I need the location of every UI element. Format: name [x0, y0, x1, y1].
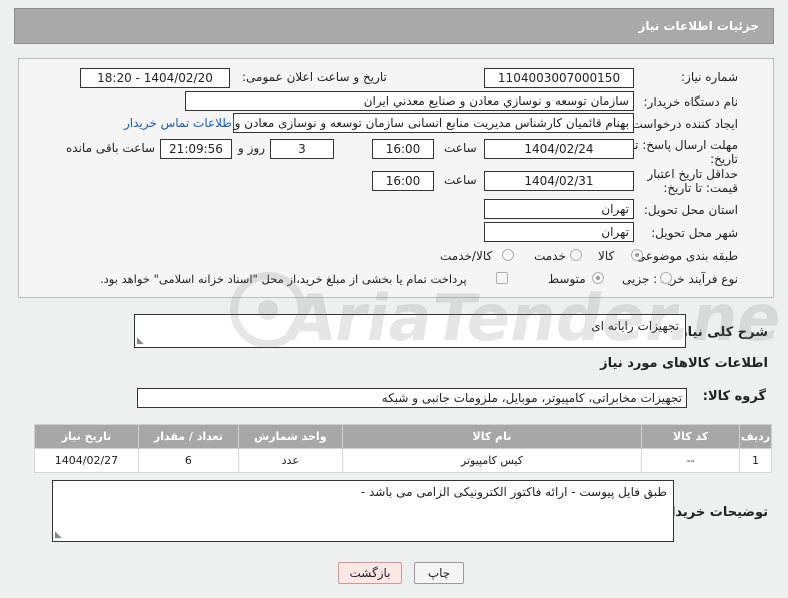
description-label: شرح کلی نیاز: — [674, 325, 768, 340]
category-radio-service[interactable] — [570, 249, 582, 261]
days-label: روز و — [238, 141, 265, 155]
page-title: جزئیات اطلاعات نیاز — [638, 19, 759, 33]
buyer-contact-link[interactable]: اطلاعات تماس خریدار — [124, 116, 235, 130]
announce-field[interactable]: 1404/02/20 - 18:20 — [80, 68, 230, 88]
col-header-quantity: تعداد / مقدار — [137, 424, 239, 449]
need-number-field[interactable]: 1104003007000150 — [484, 68, 634, 88]
col-header-goods-code: کد کالا — [641, 424, 741, 449]
validity-time-label: ساعت — [444, 173, 477, 187]
table-header-row: ردیف کد کالا نام کالا واحد شمارش تعداد /… — [34, 424, 772, 449]
col-header-row-number: ردیف — [739, 424, 772, 449]
process-option-minor: جزیی — [622, 272, 650, 286]
goods-table: ردیف کد کالا نام کالا واحد شمارش تعداد /… — [34, 424, 772, 473]
resize-handle-icon[interactable]: ◢ — [55, 530, 62, 540]
need-number-label: شماره نیاز: — [681, 70, 738, 84]
buyer-notes-label: توضیحات خریدار: — [658, 505, 768, 520]
col-header-need-date: تاریخ نیاز — [34, 424, 139, 449]
back-button[interactable]: بازگشت — [338, 562, 402, 584]
goods-section-title: اطلاعات کالاهای مورد نیاز — [600, 356, 768, 371]
col-header-unit: واحد شمارش — [237, 424, 343, 449]
remaining-label: ساعت باقی مانده — [66, 141, 156, 155]
description-textarea[interactable]: تجهیزات رایانه ای ◢ — [134, 314, 686, 348]
buyer-notes-text: طبق فایل پیوست - ارائه فاکتور الکترونیکی… — [360, 485, 667, 499]
creator-field[interactable]: بهنام قائمیان کارشناس مدیریت منابع انسان… — [233, 113, 634, 133]
buyer-notes-textarea[interactable]: طبق فایل پیوست - ارائه فاکتور الکترونیکی… — [52, 480, 674, 542]
deadline-time-field[interactable]: 16:00 — [372, 139, 434, 159]
buyer-field[interactable]: سازمان توسعه و نوسازي معادن و صنايع معدن… — [185, 91, 634, 111]
treasury-payment-checkbox[interactable] — [496, 272, 508, 284]
col-header-goods-name: نام کالا — [341, 424, 643, 449]
category-label: طبقه بندی موضوعی: — [631, 249, 738, 263]
deadline-time-label: ساعت — [444, 141, 477, 155]
validity-label: حداقل تاریخ اعتبار قیمت: تا تاریخ: — [647, 167, 738, 195]
creator-label: ایجاد کننده درخواست: — [627, 117, 738, 131]
city-field[interactable]: تهران — [484, 222, 634, 242]
days-field[interactable]: 3 — [270, 139, 334, 159]
page-header: جزئیات اطلاعات نیاز — [14, 8, 774, 44]
cell-quantity: 6 — [137, 448, 239, 473]
deadline-label: مهلت ارسال پاسخ: تا تاریخ: — [631, 138, 738, 166]
print-button[interactable]: چاپ — [414, 562, 464, 584]
process-radio-medium[interactable] — [592, 272, 604, 284]
category-option-goods: کالا — [598, 249, 615, 263]
validity-date-field[interactable]: 1404/02/31 — [484, 171, 634, 191]
cell-row-number: 1 — [739, 448, 772, 473]
city-label: شهر محل تحویل: — [651, 226, 738, 240]
category-option-service: خدمت — [534, 249, 566, 263]
process-radio-minor[interactable] — [660, 272, 672, 284]
province-field[interactable]: تهران — [484, 199, 634, 219]
buyer-label: نام دستگاه خریدار: — [643, 95, 739, 109]
province-label: استان محل تحویل: — [643, 203, 738, 217]
table-row[interactable]: 1 -- کیس کامپیوتر عدد 6 1404/02/27 — [34, 448, 772, 473]
description-text: تجهیزات رایانه ای — [591, 319, 679, 333]
payment-note: پرداخت تمام یا بخشی از مبلغ خرید،از محل … — [100, 272, 467, 286]
deadline-date-field[interactable]: 1404/02/24 — [484, 139, 634, 159]
cell-unit: عدد — [237, 448, 343, 473]
category-radio-goods-service[interactable] — [502, 249, 514, 261]
cell-need-date: 1404/02/27 — [34, 448, 139, 473]
category-radio-goods[interactable] — [631, 249, 643, 261]
goods-group-field[interactable]: تجهیزات مخابراتی، کامپیوتر، موبایل، ملزو… — [137, 388, 687, 408]
remaining-time-field[interactable]: 21:09:56 — [160, 139, 232, 159]
announce-label: تاریخ و ساعت اعلان عمومی: — [242, 70, 387, 84]
category-option-goods-service: کالا/خدمت — [440, 249, 493, 263]
process-option-medium: متوسط — [548, 272, 586, 286]
cell-goods-code: -- — [641, 448, 741, 473]
cell-goods-name: کیس کامپیوتر — [341, 448, 643, 473]
resize-handle-icon[interactable]: ◢ — [137, 336, 144, 346]
goods-group-label: گروه کالا: — [702, 389, 766, 404]
validity-time-field[interactable]: 16:00 — [372, 171, 434, 191]
